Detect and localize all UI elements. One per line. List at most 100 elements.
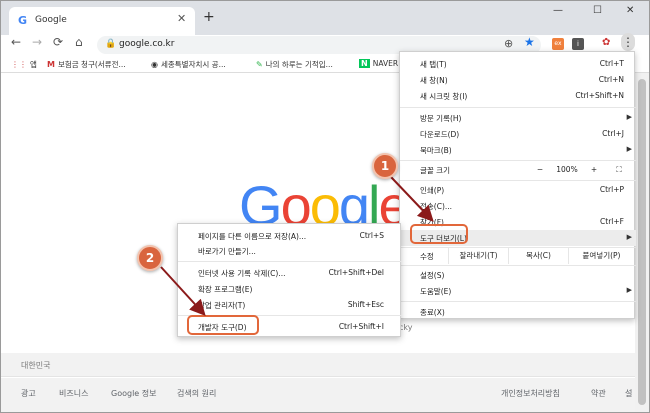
scrollbar[interactable]	[635, 73, 649, 412]
footer-link-privacy[interactable]: 개인정보처리방침	[501, 388, 560, 399]
menu-shortcut: Ctrl+Shift+I	[338, 322, 384, 331]
cut-button[interactable]: 잘라내기(T)	[448, 248, 508, 264]
bookmark-blog[interactable]: ✎ 나의 하루는 기적입...	[256, 59, 333, 70]
zoom-in-button[interactable]: +	[584, 163, 604, 177]
forward-icon[interactable]: →	[32, 35, 42, 49]
apps-grid-icon: ⋮⋮	[11, 60, 27, 69]
bookmark-label: 세종특별자치시 공...	[160, 60, 226, 69]
menu-label: 확장 프로그램(E)	[198, 285, 253, 294]
submenu-arrow-icon: ▶	[626, 233, 632, 241]
step-badge-1: 1	[372, 153, 398, 179]
tab-close-icon[interactable]: ✕	[177, 12, 186, 25]
menu-label: 새 탭(T)	[420, 60, 447, 69]
menu-item-downloads[interactable]: 다운로드(D) Ctrl+J	[400, 126, 636, 142]
new-tab-button[interactable]: +	[203, 9, 215, 25]
reload-icon[interactable]: ⟳	[53, 35, 63, 49]
scrollbar-thumb[interactable]	[638, 79, 646, 405]
menu-label: 방문 기록(H)	[420, 114, 462, 123]
menu-divider	[400, 107, 636, 108]
menu-label: 글꼴 크기	[420, 166, 450, 175]
tab-google[interactable]: G Google ✕	[9, 7, 195, 35]
submenu-item-clear-data[interactable]: 인터넷 사용 기록 삭제(C)... Ctrl+Shift+Del	[178, 265, 402, 281]
fullscreen-icon[interactable]: ⛶	[610, 163, 628, 177]
menu-item-exit[interactable]: 종료(X)	[400, 304, 636, 320]
menu-item-settings[interactable]: 설정(S)	[400, 267, 636, 283]
extension-icon[interactable]: ex	[552, 38, 564, 50]
menu-item-help[interactable]: 도움말(E) ▶	[400, 283, 636, 299]
menu-label: 작업 관리자(T)	[198, 301, 246, 310]
window-close-button[interactable]: ✕	[626, 5, 634, 16]
m-site-icon: M	[47, 60, 55, 69]
menu-shortcut: Ctrl+F	[600, 217, 624, 226]
submenu-arrow-icon: ▶	[626, 286, 632, 294]
menu-item-new-tab[interactable]: 새 탭(T) Ctrl+T	[400, 56, 636, 72]
back-icon[interactable]: ←	[11, 35, 21, 49]
footer-link-ads[interactable]: 광고	[21, 388, 36, 399]
bookmark-apps[interactable]: ⋮⋮ 앱	[11, 59, 37, 70]
menu-label: 설정(S)	[420, 271, 445, 280]
submenu-item-save-page[interactable]: 페이지를 다른 이름으로 저장(A)... Ctrl+S	[178, 228, 402, 244]
menu-item-incognito[interactable]: 새 시크릿 창(I) Ctrl+Shift+N	[400, 88, 636, 104]
bookmark-label: 앱	[30, 60, 37, 69]
lock-icon: 🔒	[105, 39, 117, 49]
tab-title: Google	[35, 15, 67, 25]
menu-item-new-window[interactable]: 새 창(N) Ctrl+N	[400, 72, 636, 88]
menu-divider	[400, 160, 636, 161]
menu-shortcut: Ctrl+N	[598, 75, 624, 84]
footer-link-terms[interactable]: 약관	[591, 388, 606, 399]
location-target-icon[interactable]: ⊕	[504, 37, 513, 50]
bookmark-sejong[interactable]: ◉ 세종특별자치시 공...	[151, 59, 226, 70]
menu-shortcut: Ctrl+Shift+Del	[328, 268, 384, 277]
submenu-arrow-icon: ▶	[626, 145, 632, 153]
menu-shortcut: Ctrl+T	[599, 59, 624, 68]
menu-item-zoom: 글꼴 크기 − 100% + ⛶	[400, 162, 636, 178]
menu-shortcut: Ctrl+S	[359, 231, 384, 240]
submenu-item-extensions[interactable]: 확장 프로그램(E)	[178, 281, 402, 297]
menu-shortcut: Ctrl+J	[602, 129, 624, 138]
maximize-button[interactable]: ☐	[593, 5, 602, 16]
browser-window: G Google ✕ + — ☐ ✕ ← → ⟳ ⌂ 🔒 google.co.k…	[0, 0, 650, 413]
menu-divider	[400, 180, 636, 181]
menu-divider	[400, 301, 636, 302]
zoom-out-button[interactable]: −	[530, 163, 550, 177]
menu-label: 인터넷 사용 기록 삭제(C)...	[198, 269, 286, 278]
home-icon[interactable]: ⌂	[75, 35, 83, 49]
footer-links-bar: 광고 비즈니스 Google 정보 검색의 원리 개인정보처리방침 약관 설	[1, 378, 635, 412]
menu-label: 페이지를 다른 이름으로 저장(A)...	[198, 232, 307, 241]
bookmark-insurance[interactable]: M 보험금 청구(서류전...	[47, 59, 126, 70]
bookmark-label: 보험금 청구(서류전...	[57, 60, 126, 69]
menu-label: 도움말(E)	[420, 287, 452, 296]
menu-label: 전송(C)...	[420, 202, 453, 211]
highlight-devtools	[187, 315, 259, 335]
menu-label: 새 창(N)	[420, 76, 448, 85]
copy-button[interactable]: 복사(C)	[508, 248, 568, 264]
menu-shortcut: Ctrl+P	[599, 185, 624, 194]
menu-item-print[interactable]: 인쇄(P) Ctrl+P	[400, 182, 636, 198]
menu-label: 바로가기 만들기...	[198, 247, 256, 256]
menu-label: 수정	[420, 252, 434, 261]
menu-item-history[interactable]: 방문 기록(H) ▶	[400, 110, 636, 126]
menu-label: 새 시크릿 창(I)	[420, 92, 468, 101]
menu-label: 북마크(B)	[420, 146, 452, 155]
profile-avatar-icon[interactable]: ✿	[602, 37, 610, 48]
chrome-main-menu: 새 탭(T) Ctrl+T 새 창(N) Ctrl+N 새 시크릿 창(I) C…	[399, 51, 636, 320]
footer-country-bar: 대한민국	[1, 353, 635, 377]
footer-link-settings[interactable]: 설	[625, 388, 632, 399]
footer-link-about[interactable]: Google 정보	[111, 388, 156, 399]
zoom-level: 100%	[556, 165, 578, 174]
minimize-button[interactable]: —	[553, 5, 563, 16]
url-text[interactable]: google.co.kr	[119, 39, 174, 49]
chrome-menu-icon[interactable]: ⋮	[621, 33, 635, 51]
menu-label: 종료(X)	[420, 308, 445, 317]
menu-item-cast[interactable]: 전송(C)...	[400, 198, 636, 214]
footer-link-how-search-works[interactable]: 검색의 원리	[177, 388, 216, 399]
bookmark-naver[interactable]: N NAVER	[359, 59, 398, 68]
menu-item-bookmarks[interactable]: 북마크(B) ▶	[400, 142, 636, 158]
bookmark-star-icon[interactable]: ★	[524, 35, 535, 49]
menu-shortcut: Ctrl+Shift+N	[575, 91, 624, 100]
submenu-item-task-manager[interactable]: 작업 관리자(T) Shift+Esc	[178, 297, 402, 313]
paste-button[interactable]: 붙여넣기(P)	[568, 248, 634, 264]
footer-link-business[interactable]: 비즈니스	[59, 388, 88, 399]
submenu-item-create-shortcut[interactable]: 바로가기 만들기...	[178, 243, 402, 259]
info-extension-icon[interactable]: i	[572, 38, 584, 50]
